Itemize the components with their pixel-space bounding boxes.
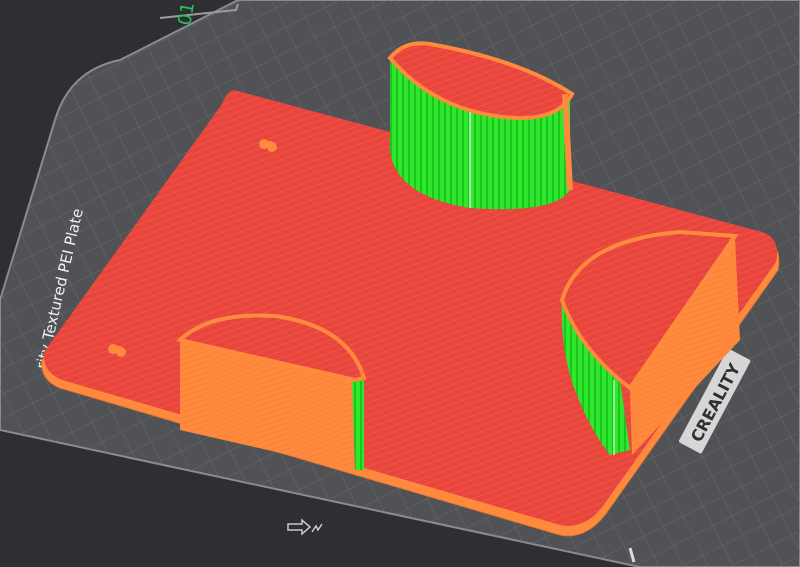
plate-number: 01 bbox=[174, 1, 199, 27]
slicer-3d-viewport[interactable]: 01 rity Textured PEI Plate CREALITY bbox=[0, 0, 800, 567]
bed-arrow-icon bbox=[287, 518, 323, 536]
build-plate-scene[interactable]: 01 rity Textured PEI Plate CREALITY bbox=[0, 0, 800, 567]
